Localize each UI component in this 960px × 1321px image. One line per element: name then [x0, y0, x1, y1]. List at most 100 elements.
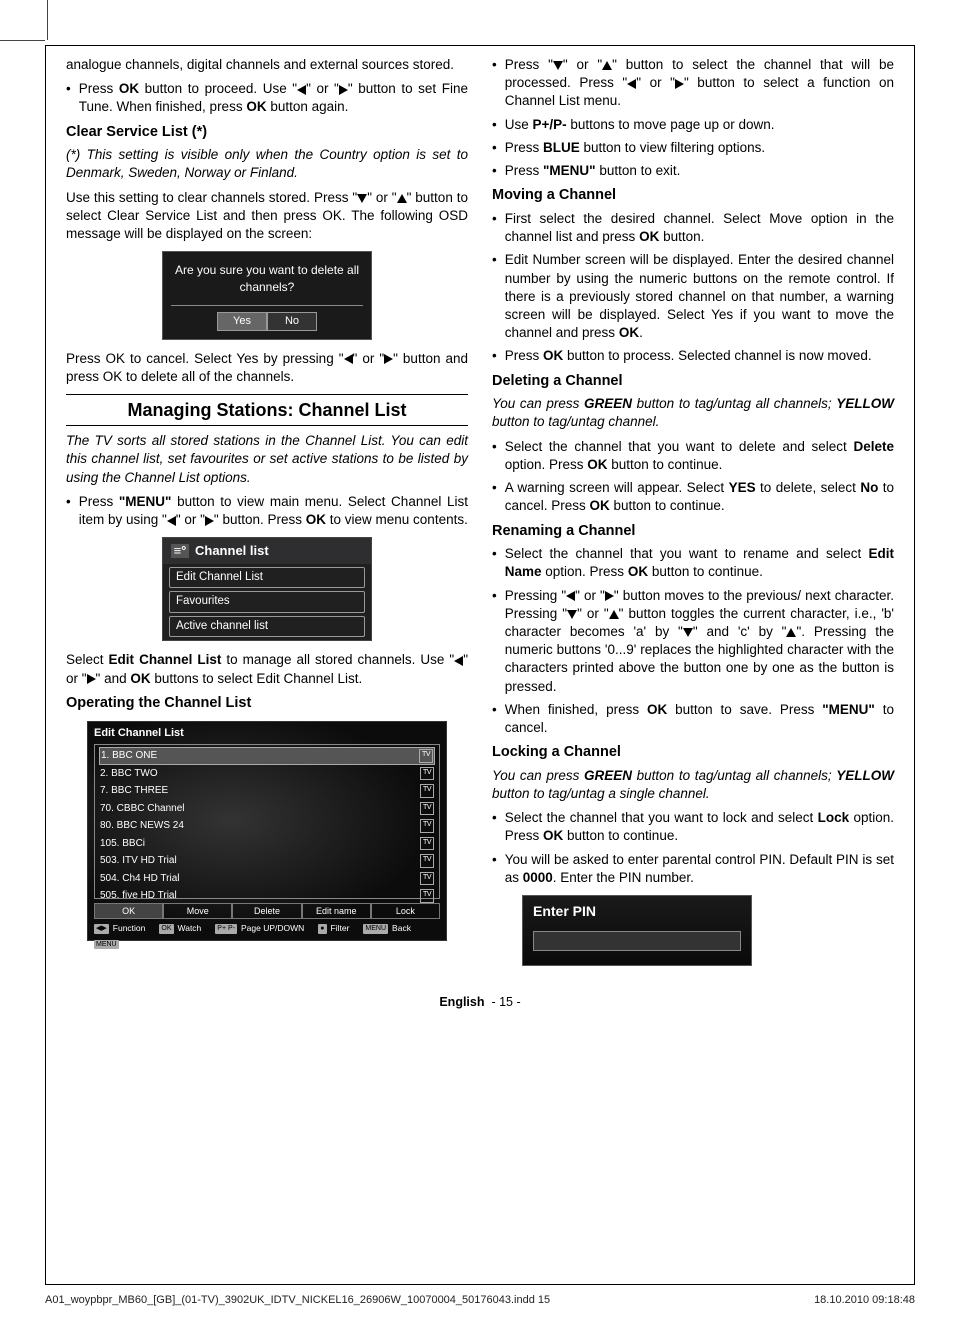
- bullet-text: Use P+/P- buttons to move page up or dow…: [505, 116, 894, 134]
- bullet: • Press OK button to process. Selected ch…: [492, 347, 894, 365]
- footer-lang: English: [439, 995, 484, 1009]
- menu-item-edit-channel-list[interactable]: Edit Channel List: [169, 567, 365, 589]
- osd-text: Are you sure you want to delete all: [171, 262, 363, 278]
- hint-bar: ◀▶Function OKWatch P+ P-Page UP/DOWN ●Fi…: [94, 923, 440, 950]
- bullet-text: Press OK button to process. Selected cha…: [505, 347, 894, 365]
- bullet-text: Select the channel that you want to dele…: [505, 438, 894, 474]
- bullet-text: A warning screen will appear. Select YES…: [505, 479, 894, 515]
- print-footer: A01_woypbpr_MB60_[GB]_(01-TV)_3902UK_IDT…: [45, 1293, 915, 1308]
- tv-badge-icon: TV: [420, 854, 434, 868]
- tv-badge-icon: TV: [420, 802, 434, 816]
- arrow-right-icon: [605, 591, 614, 601]
- bullet-dot-icon: •: [66, 493, 71, 529]
- yes-button[interactable]: Yes: [217, 312, 267, 331]
- hint-label: Back: [392, 923, 411, 934]
- bullet-text: You will be asked to enter parental cont…: [505, 851, 894, 887]
- menu-item-active-channel-list[interactable]: Active channel list: [169, 616, 365, 638]
- tv-badge-icon: TV: [420, 837, 434, 851]
- para-italic: (*) This setting is visible only when th…: [66, 146, 468, 182]
- arrow-up-icon: [602, 61, 612, 70]
- table-row[interactable]: 504. Ch4 HD TrialTV: [99, 870, 435, 888]
- hint-label: Watch: [178, 923, 202, 934]
- arrow-right-icon: [87, 674, 96, 684]
- move-button[interactable]: Move: [163, 903, 232, 919]
- bullet-dot-icon: •: [492, 116, 497, 134]
- arrow-left-icon: [627, 79, 636, 89]
- action-bar: OK Move Delete Edit name Lock: [94, 903, 440, 919]
- heading-renaming-channel: Renaming a Channel: [492, 522, 894, 542]
- table-row[interactable]: 505. five HD TrialTV: [99, 887, 435, 905]
- right-column: •Press "" or "" button to select the cha…: [492, 56, 894, 976]
- table-row[interactable]: 1. BBC ONETV: [99, 747, 435, 765]
- tv-badge-icon: TV: [420, 784, 434, 798]
- table-row[interactable]: 7. BBC THREETV: [99, 782, 435, 800]
- table-row[interactable]: 80. BBC NEWS 24TV: [99, 817, 435, 835]
- arrow-right-icon: [675, 79, 684, 89]
- pin-input[interactable]: [533, 931, 741, 951]
- bullet-dot-icon: •: [492, 210, 497, 246]
- section-heading-channel-list: Managing Stations: Channel List: [66, 394, 468, 426]
- no-button[interactable]: No: [267, 312, 317, 331]
- delete-button[interactable]: Delete: [232, 903, 301, 919]
- ok-button[interactable]: OK: [94, 903, 163, 919]
- para: Press OK to cancel. Select Yes by pressi…: [66, 350, 468, 386]
- arrow-up-icon: [397, 194, 407, 203]
- bullet-text: Press BLUE button to view filtering opti…: [505, 139, 894, 157]
- bullet-dot-icon: •: [492, 251, 497, 342]
- bullet-text: Press "" or "" button to select the chan…: [505, 56, 894, 111]
- arrow-up-icon: [609, 610, 619, 619]
- heading-moving-channel: Moving a Channel: [492, 186, 894, 206]
- arrow-left-icon: [167, 516, 176, 526]
- menu-item-favourites[interactable]: Favourites: [169, 591, 365, 613]
- heading-clear-service-list: Clear Service List (*): [66, 123, 468, 143]
- heading-locking-channel: Locking a Channel: [492, 743, 894, 763]
- para: Use this setting to clear channels store…: [66, 189, 468, 244]
- arrow-right-icon: [339, 85, 348, 95]
- bullet: •Press BLUE button to view filtering opt…: [492, 139, 894, 157]
- osd-channel-list-menu: ≡° Channel list Edit Channel List Favour…: [162, 537, 372, 641]
- bullet: •Edit Number screen will be displayed. E…: [492, 251, 894, 342]
- osd-title: Edit Channel List: [94, 726, 440, 741]
- lock-button[interactable]: Lock: [371, 903, 440, 919]
- bullet-dot-icon: •: [492, 162, 497, 180]
- bullet: •Pressing "" or "" button moves to the p…: [492, 587, 894, 696]
- page: analogue channels, digital channels and …: [0, 0, 960, 1321]
- list-icon: ≡°: [171, 544, 189, 558]
- arrow-left-icon: [454, 656, 463, 666]
- bullet: •Select the channel that you want to loc…: [492, 809, 894, 845]
- hint-label: Filter: [331, 923, 350, 934]
- osd-menu-header: ≡° Channel list: [163, 538, 371, 564]
- osd-text: channels?: [171, 279, 363, 295]
- keycap-icon: ●: [318, 924, 326, 933]
- arrow-down-icon: [567, 610, 577, 619]
- arrow-right-icon: [384, 354, 393, 364]
- tv-badge-icon: TV: [420, 767, 434, 781]
- table-row[interactable]: 70. CBBC ChannelTV: [99, 800, 435, 818]
- osd-edit-channel-list: Edit Channel List 1. BBC ONETV 2. BBC TW…: [87, 721, 447, 941]
- table-row[interactable]: 503. ITV HD TrialTV: [99, 852, 435, 870]
- edit-name-button[interactable]: Edit name: [302, 903, 371, 919]
- osd-pin-title: Enter PIN: [533, 902, 741, 921]
- bullet-text: Edit Number screen will be displayed. En…: [505, 251, 894, 342]
- bullet-dot-icon: •: [492, 438, 497, 474]
- table-row[interactable]: 105. BBCiTV: [99, 835, 435, 853]
- page-footer-center: English - 15 -: [66, 994, 894, 1011]
- keycap-icon: ◀▶: [94, 924, 109, 933]
- bullet-dot-icon: •: [492, 851, 497, 887]
- print-timestamp: 18.10.2010 09:18:48: [814, 1293, 915, 1308]
- keycap-icon: P+ P-: [215, 924, 237, 933]
- bullet-text: Select the channel that you want to rena…: [505, 545, 894, 581]
- osd-confirm-message: Are you sure you want to delete all chan…: [163, 252, 371, 300]
- content-frame: analogue channels, digital channels and …: [45, 45, 915, 1285]
- table-row[interactable]: 2. BBC TWOTV: [99, 765, 435, 783]
- bullet: •Press "MENU" button to exit.: [492, 162, 894, 180]
- arrow-down-icon: [357, 194, 367, 203]
- channel-list: 1. BBC ONETV 2. BBC TWOTV 7. BBC THREETV…: [94, 744, 440, 899]
- bullet-dot-icon: •: [492, 56, 497, 111]
- tv-badge-icon: TV: [419, 749, 433, 763]
- arrow-down-icon: [683, 628, 693, 637]
- bullet-dot-icon: •: [492, 347, 497, 365]
- osd-enter-pin: Enter PIN: [522, 895, 752, 966]
- bullet-text: First select the desired channel. Select…: [505, 210, 894, 246]
- bullet-dot-icon: •: [492, 701, 497, 737]
